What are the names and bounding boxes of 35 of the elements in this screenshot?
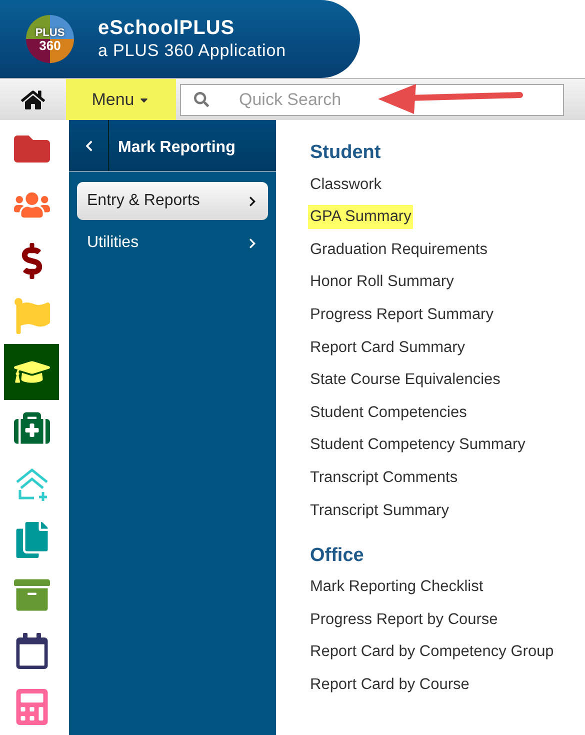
report-link[interactable]: State Course Equivalencies <box>310 368 500 392</box>
report-link[interactable]: GPA Summary <box>308 205 414 229</box>
documents-icon[interactable] <box>14 522 50 558</box>
app-subtitle: a PLUS 360 Application <box>98 40 286 62</box>
report-link[interactable]: Mark Reporting Checklist <box>310 575 484 598</box>
report-link[interactable]: Student Competency Summary <box>310 433 526 457</box>
report-link[interactable]: Progress Report by Course <box>310 608 498 632</box>
chevron-right-icon <box>247 196 258 206</box>
report-link[interactable]: Honor Roll Summary <box>310 270 454 294</box>
chevron-right-icon <box>247 238 258 248</box>
section-heading: Student <box>310 141 382 165</box>
report-link[interactable]: Progress Report Summary <box>310 303 494 326</box>
menu-button[interactable]: Menu <box>66 79 176 120</box>
logo-number: 360 <box>39 38 61 52</box>
report-link[interactable]: Transcript Summary <box>310 498 449 522</box>
home-icon <box>21 88 45 112</box>
menu-item[interactable]: Entry & Reports <box>77 182 268 220</box>
menu-item[interactable]: Utilities <box>77 224 268 262</box>
search-field[interactable]: Quick Search <box>180 84 564 116</box>
report-link[interactable]: Report Card Summary <box>310 336 466 359</box>
report-link[interactable]: Transcript Comments <box>310 466 458 490</box>
calculator-icon[interactable] <box>14 689 50 726</box>
selected-sidebar-tile[interactable] <box>4 344 59 400</box>
report-link[interactable]: Student Competencies <box>310 400 467 424</box>
report-link[interactable]: Graduation Requirements <box>310 238 488 262</box>
medical-kit-icon[interactable] <box>14 410 50 446</box>
calendar-icon[interactable] <box>14 633 50 670</box>
archive-box-icon[interactable] <box>14 577 50 614</box>
report-link[interactable]: Report Card by Competency Group <box>310 640 554 664</box>
search-icon <box>194 92 209 106</box>
app-title: eSchoolPLUS <box>98 16 236 40</box>
report-link[interactable]: Report Card by Course <box>310 672 470 696</box>
report-link[interactable]: Classwork <box>310 172 382 196</box>
section-heading: Office <box>310 544 365 568</box>
panel-title: Mark Reporting <box>118 138 236 158</box>
